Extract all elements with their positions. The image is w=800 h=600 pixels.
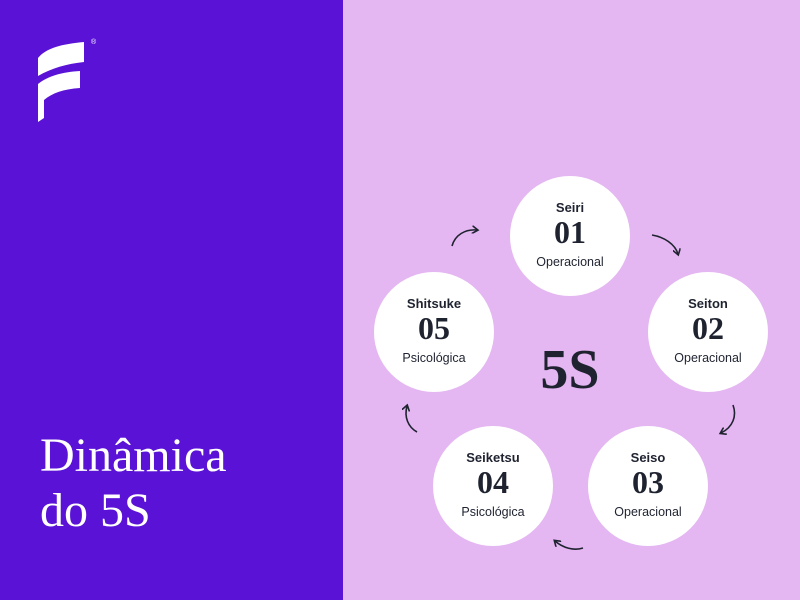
step-number: 05 [418, 310, 450, 346]
title-line-1: Dinâmica [40, 429, 227, 482]
step-card-seiso: Seiso 03 Operacional [588, 426, 708, 546]
step-number: 03 [632, 464, 664, 500]
step-card-seiton: Seiton 02 Operacional [648, 272, 768, 392]
step-number: 01 [554, 214, 586, 250]
registered-mark: ® [91, 39, 97, 46]
brand-logo-icon [38, 42, 84, 122]
step-number: 04 [477, 464, 509, 500]
step-type: Psicológica [461, 505, 525, 519]
step-type: Operacional [614, 505, 682, 519]
step-type: Psicológica [402, 351, 466, 365]
step-type: Operacional [536, 255, 604, 269]
step-type: Operacional [674, 351, 742, 365]
step-card-shitsuke: Shitsuke 05 Psicológica [374, 272, 494, 392]
title-line-2: do 5S [40, 484, 151, 537]
step-card-seiri: Seiri 01 Operacional [510, 176, 630, 296]
center-label: 5S [540, 339, 600, 401]
step-number: 02 [692, 310, 724, 346]
step-card-seiketsu: Seiketsu 04 Psicológica [433, 426, 553, 546]
page-title: Dinâmica do 5S [40, 428, 227, 538]
